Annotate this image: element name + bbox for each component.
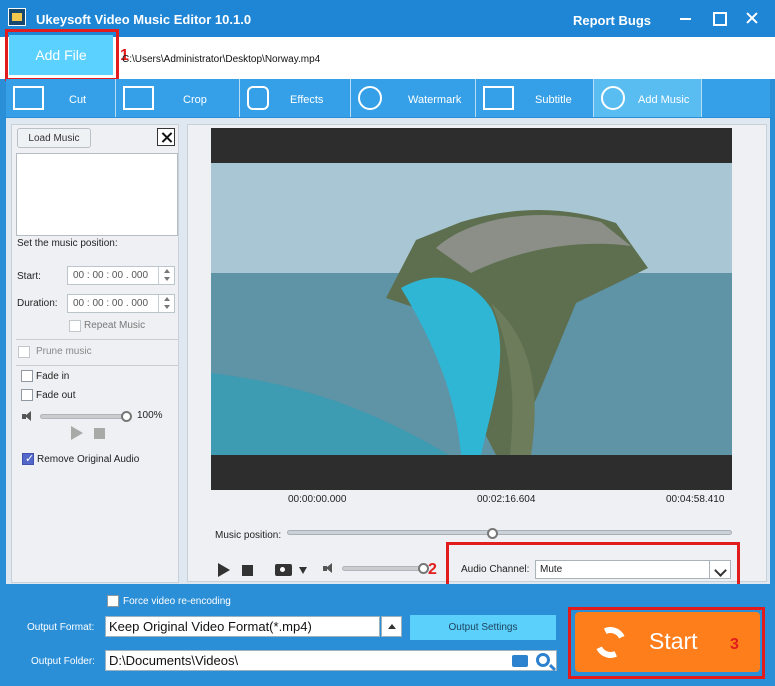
tab-subtitle[interactable]: Subtitle bbox=[476, 79, 594, 117]
speaker-icon[interactable] bbox=[22, 411, 34, 422]
output-format-dropdown-icon[interactable] bbox=[381, 616, 402, 637]
prune-music-checkbox[interactable] bbox=[18, 346, 30, 358]
music-volume-slider[interactable] bbox=[40, 414, 126, 419]
audio-channel-value: Mute bbox=[540, 564, 563, 575]
scissors-icon bbox=[13, 86, 44, 110]
step-marker-3: 3 bbox=[730, 636, 739, 653]
tab-label-effects: Effects bbox=[290, 94, 324, 106]
coastline-image bbox=[211, 128, 732, 490]
start-time-input[interactable]: 00 : 00 : 00 . 000 bbox=[67, 266, 175, 285]
add-file-button[interactable]: Add File bbox=[9, 35, 113, 75]
tab-bar: Cut Crop Effects Watermark Subtitle Add … bbox=[6, 79, 770, 117]
speaker-icon[interactable] bbox=[323, 563, 335, 574]
report-bugs-link[interactable]: Report Bugs bbox=[573, 13, 651, 28]
load-music-button[interactable]: Load Music bbox=[17, 128, 91, 148]
time-start: 00:00:00.000 bbox=[288, 494, 347, 505]
maximize-icon[interactable] bbox=[711, 11, 727, 26]
preview-volume-slider[interactable] bbox=[342, 566, 427, 571]
tab-label-cut: Cut bbox=[69, 94, 87, 106]
stop-icon[interactable] bbox=[94, 428, 105, 439]
output-folder-label: Output Folder: bbox=[31, 656, 95, 667]
force-reencode-checkbox[interactable] bbox=[107, 595, 119, 607]
music-position-heading: Set the music position: bbox=[17, 238, 118, 249]
tab-crop[interactable]: Crop bbox=[116, 79, 240, 117]
start-time-stepper-icon[interactable] bbox=[158, 267, 174, 284]
video-preview bbox=[211, 128, 732, 490]
drop-icon bbox=[358, 86, 382, 110]
remove-original-audio-checkbox[interactable] bbox=[22, 452, 34, 465]
chevron-down-icon[interactable] bbox=[709, 561, 730, 578]
music-position-knob[interactable] bbox=[486, 528, 498, 539]
audio-channel-label: Audio Channel: bbox=[461, 564, 530, 575]
play-icon[interactable] bbox=[218, 563, 230, 577]
tab-label-watermark: Watermark bbox=[408, 94, 462, 106]
subtitle-icon bbox=[483, 86, 514, 110]
duration-input[interactable]: 00 : 00 : 00 . 000 bbox=[67, 294, 175, 313]
play-icon[interactable] bbox=[71, 426, 83, 440]
search-icon[interactable] bbox=[536, 653, 550, 667]
start-button-label: Start bbox=[649, 628, 698, 654]
start-label: Start: bbox=[17, 271, 41, 282]
minimize-icon[interactable] bbox=[678, 11, 694, 25]
stars-icon bbox=[247, 86, 269, 110]
camera-icon[interactable] bbox=[275, 564, 292, 576]
step-marker-2: 2 bbox=[428, 561, 437, 578]
file-path: C:\Users\Administrator\Desktop\Norway.mp… bbox=[122, 54, 321, 65]
time-end: 00:04:58.410 bbox=[666, 494, 725, 505]
chevron-down-icon[interactable] bbox=[299, 567, 307, 574]
output-format-label: Output Format: bbox=[27, 622, 95, 633]
music-volume-percent: 100% bbox=[137, 410, 163, 421]
music-position-label: Music position: bbox=[215, 530, 282, 541]
divider bbox=[16, 365, 178, 366]
repeat-music-checkbox[interactable] bbox=[69, 320, 81, 332]
app-logo-icon bbox=[8, 8, 26, 26]
output-format-select[interactable]: Keep Original Video Format(*.mp4) bbox=[105, 616, 380, 637]
refresh-icon bbox=[590, 622, 631, 663]
prune-music-label: Prune music bbox=[36, 346, 92, 357]
divider bbox=[16, 339, 178, 340]
duration-stepper-icon[interactable] bbox=[158, 295, 174, 312]
duration-label: Duration: bbox=[17, 298, 58, 309]
app-title: Ukeysoft Video Music Editor 10.1.0 bbox=[36, 12, 252, 27]
tab-cut[interactable]: Cut bbox=[6, 79, 116, 117]
folder-icon[interactable] bbox=[512, 655, 528, 667]
music-list[interactable] bbox=[16, 153, 178, 236]
start-time-value: 00 : 00 : 00 . 000 bbox=[73, 270, 149, 281]
time-current: 00:02:16.604 bbox=[477, 494, 536, 505]
music-target-icon bbox=[601, 86, 625, 110]
output-settings-button[interactable]: Output Settings bbox=[410, 615, 556, 640]
duration-value: 00 : 00 : 00 . 000 bbox=[73, 298, 149, 309]
tab-label-subtitle: Subtitle bbox=[535, 94, 572, 106]
stop-icon[interactable] bbox=[242, 565, 253, 576]
fade-in-label: Fade in bbox=[36, 371, 70, 382]
fade-out-checkbox[interactable] bbox=[21, 389, 33, 401]
tab-add-music[interactable]: Add Music bbox=[594, 79, 702, 117]
tab-watermark[interactable]: Watermark bbox=[351, 79, 476, 117]
close-icon[interactable] bbox=[744, 11, 760, 25]
music-volume-knob[interactable] bbox=[121, 411, 132, 422]
repeat-music-label: Repeat Music bbox=[84, 320, 146, 331]
audio-channel-select[interactable]: Mute bbox=[535, 560, 731, 579]
output-folder-input[interactable]: D:\Documents\Videos\ bbox=[105, 650, 557, 671]
close-icon[interactable] bbox=[157, 128, 175, 146]
fade-in-checkbox[interactable] bbox=[21, 370, 33, 382]
music-position-slider[interactable] bbox=[287, 530, 732, 535]
tab-label-add-music: Add Music bbox=[638, 94, 690, 106]
tab-label-crop: Crop bbox=[183, 94, 207, 106]
tab-effects[interactable]: Effects bbox=[240, 79, 351, 117]
force-reencode-label: Force video re-encoding bbox=[123, 596, 231, 607]
crop-icon bbox=[123, 86, 154, 110]
remove-original-audio-label: Remove Original Audio bbox=[37, 454, 140, 465]
fade-out-label: Fade out bbox=[36, 390, 76, 401]
